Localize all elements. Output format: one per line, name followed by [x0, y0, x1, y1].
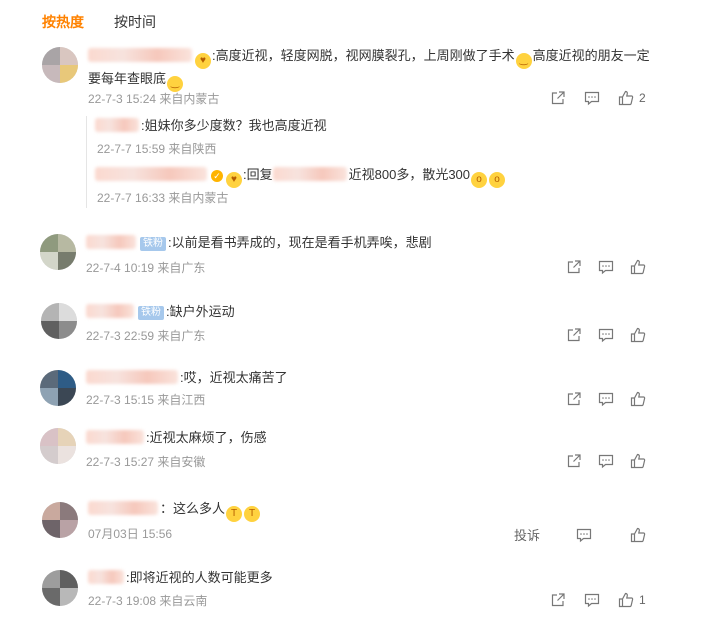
tab-sort-by-time[interactable]: 按时间: [114, 12, 156, 32]
comment-icon[interactable]: [584, 592, 600, 608]
comment-text: 铁粉:缺户外运动: [86, 302, 235, 322]
reply-text: ✓ ♥:回复 近视800多，散光300 o o: [95, 165, 506, 188]
comment-actions: [552, 327, 646, 343]
comment-meta: 22-7-3 15:15 来自江西: [86, 393, 206, 407]
username[interactable]: [272, 167, 347, 181]
like-icon[interactable]: [618, 90, 634, 106]
sort-tabs: 按热度 按时间: [42, 12, 156, 32]
comment-actions: [552, 453, 646, 469]
comment-text: :即将近视的人数可能更多: [88, 568, 273, 588]
like-count: 1: [639, 593, 646, 607]
share-icon[interactable]: [550, 592, 566, 608]
heart-eyes-emoji-icon: ♥: [226, 172, 242, 188]
comment-meta: 22-7-3 15:27 来自安徽: [86, 455, 206, 469]
username[interactable]: [95, 167, 207, 181]
username[interactable]: [88, 48, 192, 62]
reply-text: :姐妹你多少度数？我也高度近视: [95, 116, 327, 136]
like-icon[interactable]: [630, 527, 646, 543]
tab-sort-by-hot[interactable]: 按热度: [42, 12, 84, 32]
crying-emoji-icon: T: [226, 506, 243, 522]
comment-meta: 22-7-3 19:08 来自云南: [88, 594, 208, 608]
comment-actions: [552, 391, 646, 407]
avatar[interactable]: [40, 234, 76, 270]
comment-text: ：这么多人 T T: [88, 499, 261, 522]
report-button[interactable]: 投诉: [514, 525, 540, 544]
like-icon[interactable]: [630, 391, 646, 407]
username[interactable]: [88, 501, 158, 515]
avatar[interactable]: [42, 502, 78, 538]
heart-eyes-emoji-icon: ♥: [195, 53, 211, 69]
verified-icon: ✓: [211, 170, 223, 182]
avatar[interactable]: [41, 303, 77, 339]
avatar[interactable]: [42, 570, 78, 606]
smile-emoji-icon: ‿: [515, 53, 532, 69]
username[interactable]: [86, 304, 134, 318]
username[interactable]: [86, 430, 144, 444]
comment-text: ♥:高度近视，轻度网脱，视网膜裂孔，上周刚做了手术 ‿ 高度近视的朋友一定要每年查眼…: [88, 46, 658, 92]
fan-badge: 铁粉: [140, 237, 166, 251]
shocked-emoji-icon: o: [489, 172, 506, 188]
comment-icon[interactable]: [584, 90, 600, 106]
share-icon[interactable]: [566, 453, 582, 469]
comment-icon[interactable]: [598, 453, 614, 469]
comment-icon[interactable]: [598, 391, 614, 407]
comment-text: :近视太麻烦了，伤感: [86, 428, 267, 448]
comment-text: :哎，近视太痛苦了: [86, 368, 288, 388]
like-count: 2: [639, 91, 646, 105]
comment-actions: 2: [536, 90, 646, 106]
reply-meta: 22-7-7 16:33 来自内蒙古: [97, 191, 229, 205]
share-icon[interactable]: [566, 327, 582, 343]
comment-icon[interactable]: [598, 327, 614, 343]
comment-actions: [552, 259, 646, 275]
reply-list: :姐妹你多少度数？我也高度近视 22-7-7 15:59 来自陕西 ✓ ♥:回复近…: [86, 116, 647, 208]
username[interactable]: [95, 118, 139, 132]
comment-meta: 22-7-3 15:24 来自内蒙古: [88, 92, 220, 106]
username[interactable]: [88, 570, 124, 584]
username[interactable]: [86, 370, 178, 384]
share-icon[interactable]: [550, 90, 566, 106]
comment-meta: 22-7-3 22:59 来自广东: [86, 329, 206, 343]
comment-icon[interactable]: [576, 527, 592, 543]
comment-meta: 22-7-4 10:19 来自广东: [86, 261, 206, 275]
reply-meta: 22-7-7 15:59 来自陕西: [97, 142, 217, 156]
comment-icon[interactable]: [598, 259, 614, 275]
like-icon[interactable]: [630, 327, 646, 343]
like-icon[interactable]: [630, 453, 646, 469]
avatar[interactable]: [40, 370, 76, 406]
share-icon[interactable]: [566, 259, 582, 275]
crying-emoji-icon: T: [244, 506, 261, 522]
like-icon[interactable]: [618, 592, 634, 608]
comment-text: 铁粉:以前是看书弄成的，现在是看手机弄唉，悲剧: [86, 233, 432, 253]
comment-actions: 1: [536, 592, 646, 608]
like-icon[interactable]: [630, 259, 646, 275]
username[interactable]: [86, 235, 136, 249]
shocked-emoji-icon: o: [471, 172, 488, 188]
comment-actions: 投诉: [514, 525, 646, 544]
share-icon[interactable]: [566, 391, 582, 407]
comment-meta: 07月03日 15:56: [88, 527, 173, 541]
avatar[interactable]: [40, 428, 76, 464]
fan-badge: 铁粉: [138, 306, 164, 320]
avatar[interactable]: [42, 47, 78, 83]
